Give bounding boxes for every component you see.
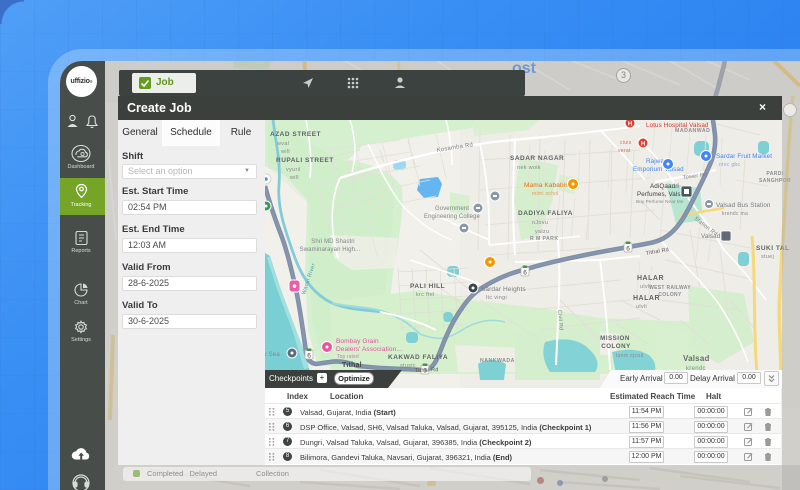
svg-text:vyuril: vyuril <box>286 167 301 173</box>
svg-text:Sardar Fruit Market: Sardar Fruit Market <box>716 153 772 160</box>
svg-text:RUPALI STREET: RUPALI STREET <box>276 157 334 164</box>
svg-text:H: H <box>628 122 632 128</box>
svg-text:Top rated: Top rated <box>337 354 359 360</box>
svg-text:Mama Kababis: Mama Kababis <box>524 182 569 189</box>
svg-text:WEST RAILWAY: WEST RAILWAY <box>649 285 691 291</box>
svg-text:wval: wval <box>276 141 289 147</box>
svg-text:Dealers' Association...: Dealers' Association... <box>336 346 402 353</box>
svg-text:6: 6 <box>523 270 527 277</box>
svg-text:Government: Government <box>435 206 469 212</box>
svg-text:nek woik: nek woik <box>517 165 541 171</box>
svg-text:MADANWAD: MADANWAD <box>675 128 710 134</box>
svg-text:Swaminarayan High...: Swaminarayan High... <box>300 247 361 253</box>
svg-text:lanm cjcoil: lanm cjcoil <box>616 353 644 359</box>
svg-text:krc ftel: krc ftel <box>416 292 435 298</box>
svg-text:COLONY: COLONY <box>658 292 682 298</box>
svg-text:H: H <box>641 142 645 148</box>
svg-text:Sardar Heights: Sardar Heights <box>481 286 526 293</box>
svg-text:krendc ma: krendc ma <box>722 211 748 217</box>
svg-text:HALAR: HALAR <box>633 295 660 302</box>
svg-text:6: 6 <box>626 246 630 253</box>
svg-text:yalzu: yalzu <box>535 229 549 235</box>
svg-text:ltc vingi: ltc vingi <box>486 295 507 301</box>
svg-text:mimi schol: mimi schol <box>532 191 559 197</box>
svg-text:will: will <box>280 149 290 155</box>
svg-text:HALAR: HALAR <box>637 275 664 282</box>
svg-text:KAKWAD FALIYA: KAKWAD FALIYA <box>388 354 448 361</box>
svg-text:SADAR NAGAR: SADAR NAGAR <box>510 155 564 162</box>
svg-text:Valsad: Valsad <box>683 354 710 363</box>
svg-text:DADIYA FALIYA: DADIYA FALIYA <box>518 210 573 217</box>
svg-text:AZAD STREET: AZAD STREET <box>270 131 321 138</box>
svg-text:ciuis: ciuis <box>620 140 632 146</box>
svg-text:Valsad Bus Station: Valsad Bus Station <box>716 202 771 209</box>
svg-text:ntoc gbc: ntoc gbc <box>719 162 741 168</box>
svg-text:PALI HILL: PALI HILL <box>410 283 445 290</box>
svg-text:verat: verat <box>618 148 631 154</box>
svg-text:COLONY: COLONY <box>601 343 631 350</box>
svg-text:AdiQaadri: AdiQaadri <box>650 183 679 190</box>
svg-text:nJovu: nJovu <box>532 220 548 226</box>
svg-text:stuej: stuej <box>761 254 774 260</box>
svg-text:Buy Perfume Near Me: Buy Perfume Near Me <box>636 199 684 205</box>
svg-text:6: 6 <box>307 353 311 360</box>
svg-text:Shri MD Shastri: Shri MD Shastri <box>311 239 355 245</box>
svg-text:will: will <box>289 175 299 181</box>
svg-text:R M PARK: R M PARK <box>530 236 558 242</box>
svg-text:Emporium Valsad: Emporium Valsad <box>633 166 684 173</box>
svg-text:ulvli: ulvli <box>636 304 647 310</box>
svg-text:Bombay Grain: Bombay Grain <box>336 338 379 345</box>
svg-text:Engineering College: Engineering College <box>424 214 481 220</box>
svg-text:Perfumes, Valsad: Perfumes, Valsad <box>637 191 688 198</box>
svg-text:MISSION: MISSION <box>600 335 630 342</box>
svg-text:Tithal: Tithal <box>342 362 362 369</box>
svg-text:NANKWADA: NANKWADA <box>480 358 515 364</box>
